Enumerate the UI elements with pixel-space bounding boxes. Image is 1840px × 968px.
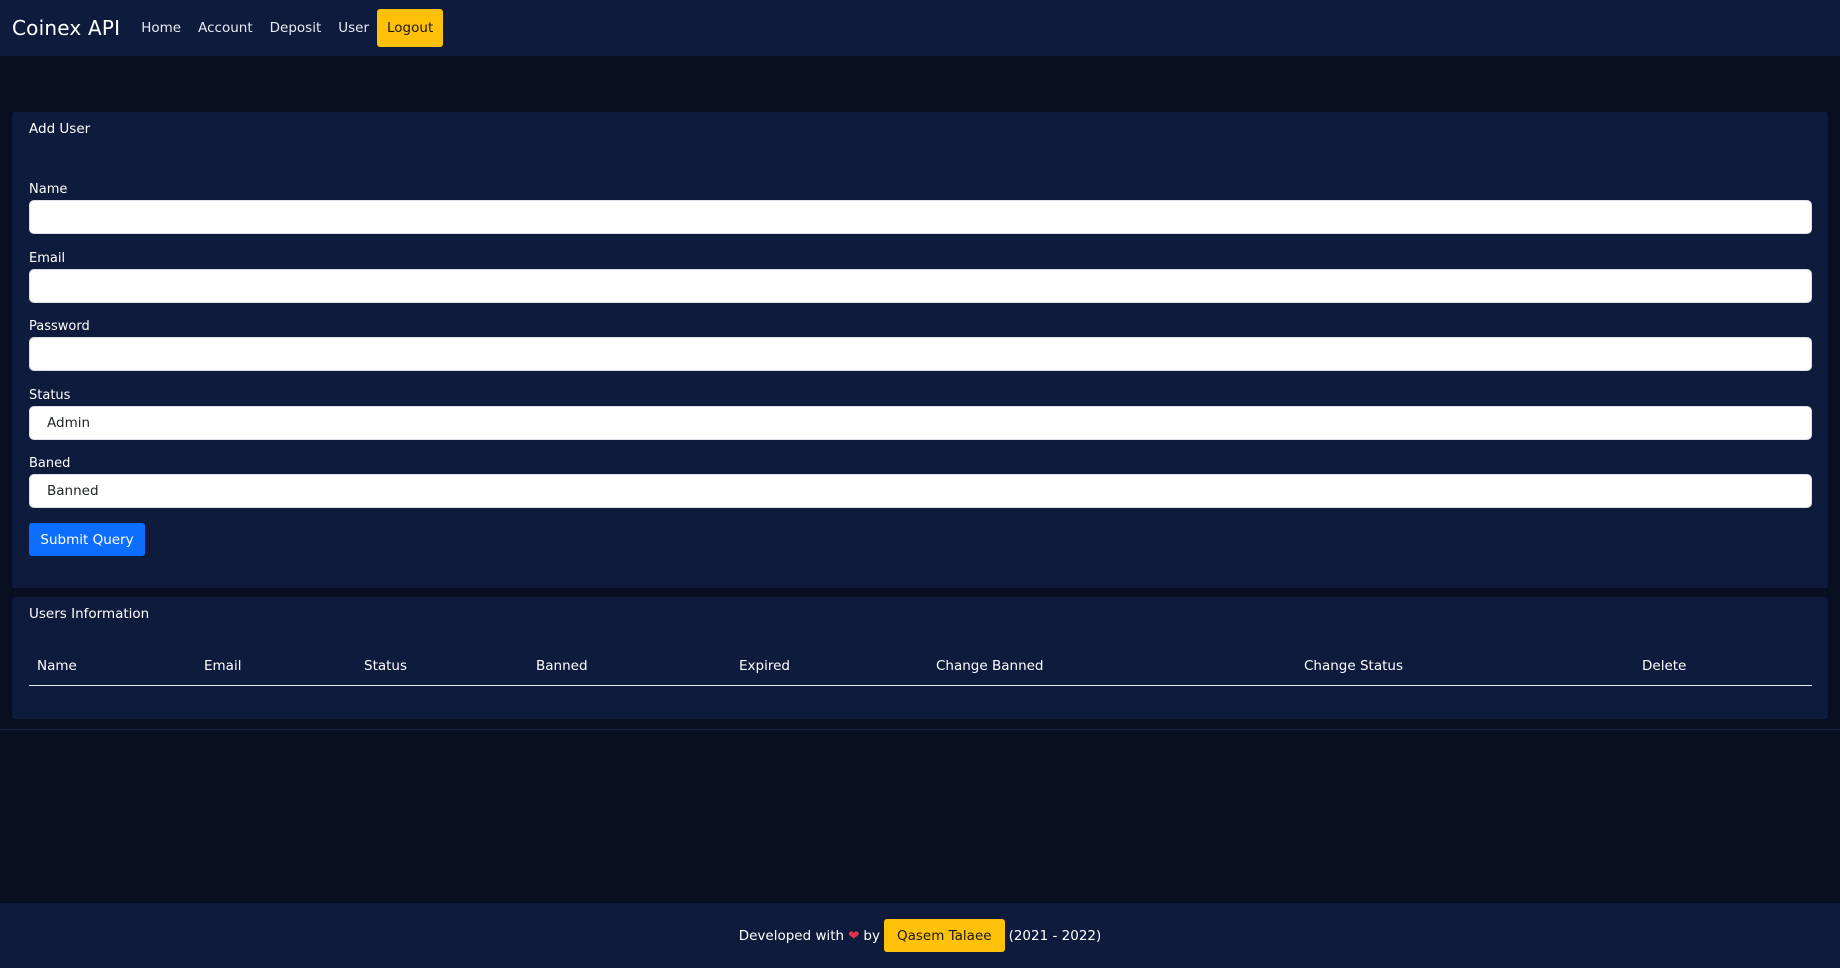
banned-label: Baned (29, 456, 71, 471)
submit-query-button[interactable]: Submit Query (29, 523, 145, 556)
email-input[interactable] (29, 269, 1812, 303)
nav-link-home[interactable]: Home (141, 20, 181, 36)
column-header-status: Status (364, 658, 408, 674)
users-information-title: Users Information (29, 606, 150, 622)
users-information-card: Users Information Name Email Status Bann… (12, 597, 1828, 719)
add-user-card: Add User Name Email Password Status Admi… (12, 112, 1828, 588)
status-label: Status (29, 388, 71, 403)
column-header-expired: Expired (739, 658, 790, 674)
column-header-delete: Delete (1642, 658, 1687, 674)
add-user-title: Add User (29, 121, 91, 137)
footer-years-text: (2021 - 2022) (1008, 927, 1102, 944)
status-selected-value: Admin (47, 415, 91, 431)
heart-icon: ❤ (848, 927, 860, 944)
top-navbar: Coinex API Home Account Deposit User Log… (0, 0, 1840, 56)
users-table-header: Name Email Status Banned Expired Change … (29, 648, 1812, 686)
name-input[interactable] (29, 200, 1812, 234)
nav-link-user[interactable]: User (338, 20, 369, 36)
status-select[interactable]: Admin (29, 406, 1812, 440)
logout-button[interactable]: Logout (377, 9, 444, 47)
section-divider (0, 729, 1840, 730)
column-header-banned: Banned (536, 658, 588, 674)
column-header-name: Name (37, 658, 77, 674)
name-label: Name (29, 182, 68, 197)
footer-by-text: by (863, 927, 880, 944)
nav-link-deposit[interactable]: Deposit (270, 20, 322, 36)
column-header-email: Email (204, 658, 242, 674)
password-label: Password (29, 319, 90, 334)
author-button[interactable]: Qasem Talaee (883, 919, 1005, 952)
nav-link-account[interactable]: Account (198, 20, 253, 36)
banned-select[interactable]: Banned (29, 474, 1812, 508)
brand-logo[interactable]: Coinex API (12, 16, 120, 40)
banned-selected-value: Banned (47, 483, 99, 499)
column-header-change-status: Change Status (1304, 658, 1403, 674)
password-input[interactable] (29, 337, 1812, 371)
page-footer: Developed with ❤ by Qasem Talaee (2021 -… (0, 903, 1840, 968)
footer-prefix-text: Developed with (738, 927, 845, 944)
email-label: Email (29, 251, 66, 266)
column-header-change-banned: Change Banned (936, 658, 1044, 674)
